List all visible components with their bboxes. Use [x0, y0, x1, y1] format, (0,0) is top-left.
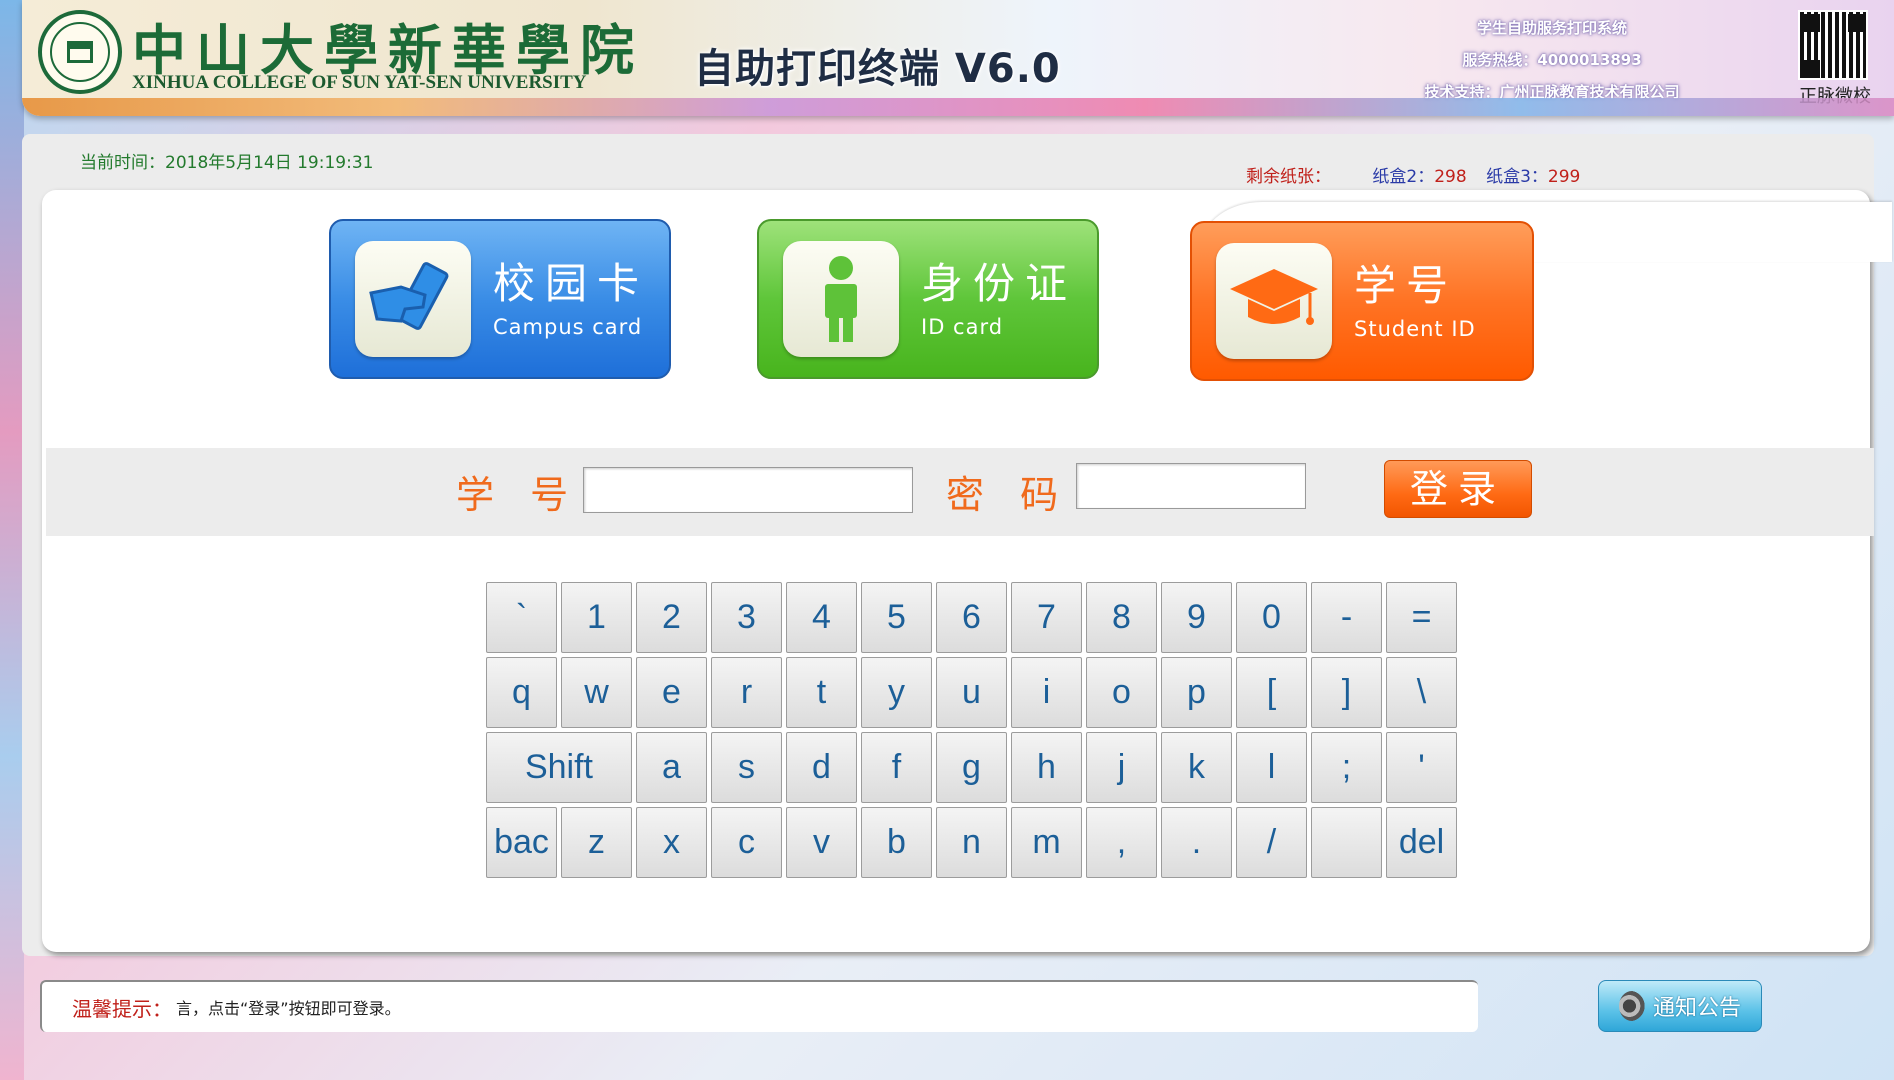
- key-i[interactable]: i: [1011, 657, 1082, 728]
- keyboard-row: Shift a s d f g h j k l; ': [486, 732, 1461, 807]
- key-x5d[interactable]: ]: [1311, 657, 1382, 728]
- key-x3b[interactable]: ;: [1311, 732, 1382, 803]
- key-f[interactable]: f: [861, 732, 932, 803]
- current-datetime: 当前时间：2018年5月14日 19:19:31: [80, 153, 374, 173]
- keyboard-row: bac z x c v b n m,. / del: [486, 807, 1461, 882]
- key-h[interactable]: h: [1011, 732, 1082, 803]
- key-a[interactable]: a: [636, 732, 707, 803]
- campus-card-label-cn: 校园卡: [493, 259, 650, 308]
- college-seal-logo: [38, 10, 122, 94]
- key-t[interactable]: t: [786, 657, 857, 728]
- id-card-button[interactable]: 身份证 ID card: [757, 219, 1099, 379]
- key-x27[interactable]: ': [1386, 732, 1457, 803]
- key-8[interactable]: 8: [1086, 582, 1157, 653]
- key-m[interactable]: m: [1011, 807, 1082, 878]
- key-Shift[interactable]: Shift: [486, 732, 632, 803]
- key-2[interactable]: 2: [636, 582, 707, 653]
- id-card-label-en: ID card: [921, 315, 1004, 339]
- keyboard-row: ` 1 2 3 4 5 6 7 8 9 0- =: [486, 582, 1461, 657]
- campus-card-button[interactable]: 校园卡 Campus card: [329, 219, 671, 379]
- hotline: 服务热线：4000013893: [1462, 51, 1642, 69]
- student-id-input[interactable]: [583, 467, 913, 513]
- key-x60[interactable]: `: [486, 582, 557, 653]
- qr-code-icon: [1798, 10, 1868, 80]
- key-x[interactable]: x: [636, 807, 707, 878]
- key-e[interactable]: e: [636, 657, 707, 728]
- key-q[interactable]: q: [486, 657, 557, 728]
- key-x5c[interactable]: \: [1386, 657, 1457, 728]
- tray3-label: 纸盒3：: [1486, 167, 1548, 187]
- student-id-label-en: Student ID: [1354, 317, 1476, 341]
- key-del[interactable]: del: [1386, 807, 1457, 878]
- key-o[interactable]: o: [1086, 657, 1157, 728]
- campus-card-icon: [355, 241, 471, 357]
- key-x2c[interactable]: ,: [1086, 807, 1157, 878]
- tray2-value: 298: [1434, 167, 1467, 187]
- paper-remaining: 剩余纸张： 纸盒2：298 纸盒3：299: [1246, 162, 1594, 187]
- announcement-button[interactable]: 通知公告: [1598, 980, 1762, 1032]
- key-blank[interactable]: [1311, 807, 1382, 878]
- key-x5b[interactable]: [: [1236, 657, 1307, 728]
- tip-label: 温馨提示：: [72, 996, 172, 1021]
- key-l[interactable]: l: [1236, 732, 1307, 803]
- password-input[interactable]: [1076, 463, 1306, 509]
- key-7[interactable]: 7: [1011, 582, 1082, 653]
- person-icon: [783, 241, 899, 357]
- app-title: 自助打印终端 V6.0: [694, 46, 1061, 92]
- on-screen-keyboard: ` 1 2 3 4 5 6 7 8 9 0- = q w e r t y u i o p[] \ Shift a s d f g h j k l…: [486, 582, 1461, 882]
- student-id-label-cn: 学号: [1354, 261, 1459, 310]
- tip-bar: 温馨提示： 言，点击“登录”按钮即可登录。: [40, 980, 1478, 1032]
- key-b[interactable]: b: [861, 807, 932, 878]
- campus-card-label-en: Campus card: [493, 315, 643, 339]
- key-5[interactable]: 5: [861, 582, 932, 653]
- tray3-value: 299: [1547, 167, 1581, 187]
- key-x2e[interactable]: .: [1161, 807, 1232, 878]
- announcement-label: 通知公告: [1652, 996, 1741, 1021]
- key-p[interactable]: p: [1161, 657, 1232, 728]
- tray2-label: 纸盒2：: [1372, 167, 1435, 187]
- graduation-cap-icon: [1216, 243, 1332, 359]
- key-w[interactable]: w: [561, 657, 632, 728]
- key-z[interactable]: z: [561, 807, 632, 878]
- qr-label: 正脉微校: [1799, 86, 1871, 107]
- key-6[interactable]: 6: [936, 582, 1007, 653]
- key-4[interactable]: 4: [786, 582, 857, 653]
- key-0[interactable]: 0: [1236, 582, 1307, 653]
- key-y[interactable]: y: [861, 657, 932, 728]
- key-1[interactable]: 1: [561, 582, 632, 653]
- key-r[interactable]: r: [711, 657, 782, 728]
- key-n[interactable]: n: [936, 807, 1007, 878]
- background-stripe: [0, 0, 24, 1080]
- key-c[interactable]: c: [711, 807, 782, 878]
- student-id-button[interactable]: 学号 Student ID: [1190, 221, 1534, 381]
- key-x3d[interactable]: =: [1386, 582, 1457, 653]
- keyboard-row: q w e r t y u i o p[] \: [486, 657, 1461, 732]
- key-bac[interactable]: bac: [486, 807, 557, 878]
- key-s[interactable]: s: [711, 732, 782, 803]
- key-u[interactable]: u: [936, 657, 1007, 728]
- login-button[interactable]: 登录: [1384, 460, 1532, 518]
- key-3[interactable]: 3: [711, 582, 782, 653]
- key-d[interactable]: d: [786, 732, 857, 803]
- key-k[interactable]: k: [1161, 732, 1232, 803]
- key-g[interactable]: g: [936, 732, 1007, 803]
- tip-message: 言，点击“登录”按钮即可登录。: [176, 999, 401, 1018]
- key-x2f[interactable]: /: [1236, 807, 1307, 878]
- service-info: 学生自助服务打印系统 服务热线：4000013893 技术支持：广州正脉教育技术…: [1382, 12, 1722, 108]
- speaker-icon: [1618, 991, 1645, 1021]
- tech-support: 技术支持：广州正脉教育技术有限公司: [1424, 83, 1680, 101]
- login-form: 学 号： 密 码： 登录: [46, 448, 1874, 536]
- key-9[interactable]: 9: [1161, 582, 1232, 653]
- key-j[interactable]: j: [1086, 732, 1157, 803]
- id-card-label-cn: 身份证: [921, 259, 1078, 308]
- header-banner: 中山大學新華學院 XINHUA COLLEGE OF SUN YAT-SEN U…: [22, 0, 1894, 116]
- paper-label: 剩余纸张：: [1246, 167, 1331, 187]
- college-name-en: XINHUA COLLEGE OF SUN YAT-SEN UNIVERSITY: [132, 72, 587, 93]
- key-v[interactable]: v: [786, 807, 857, 878]
- system-name: 学生自助服务打印系统: [1476, 19, 1627, 37]
- key-x2d[interactable]: -: [1311, 582, 1382, 653]
